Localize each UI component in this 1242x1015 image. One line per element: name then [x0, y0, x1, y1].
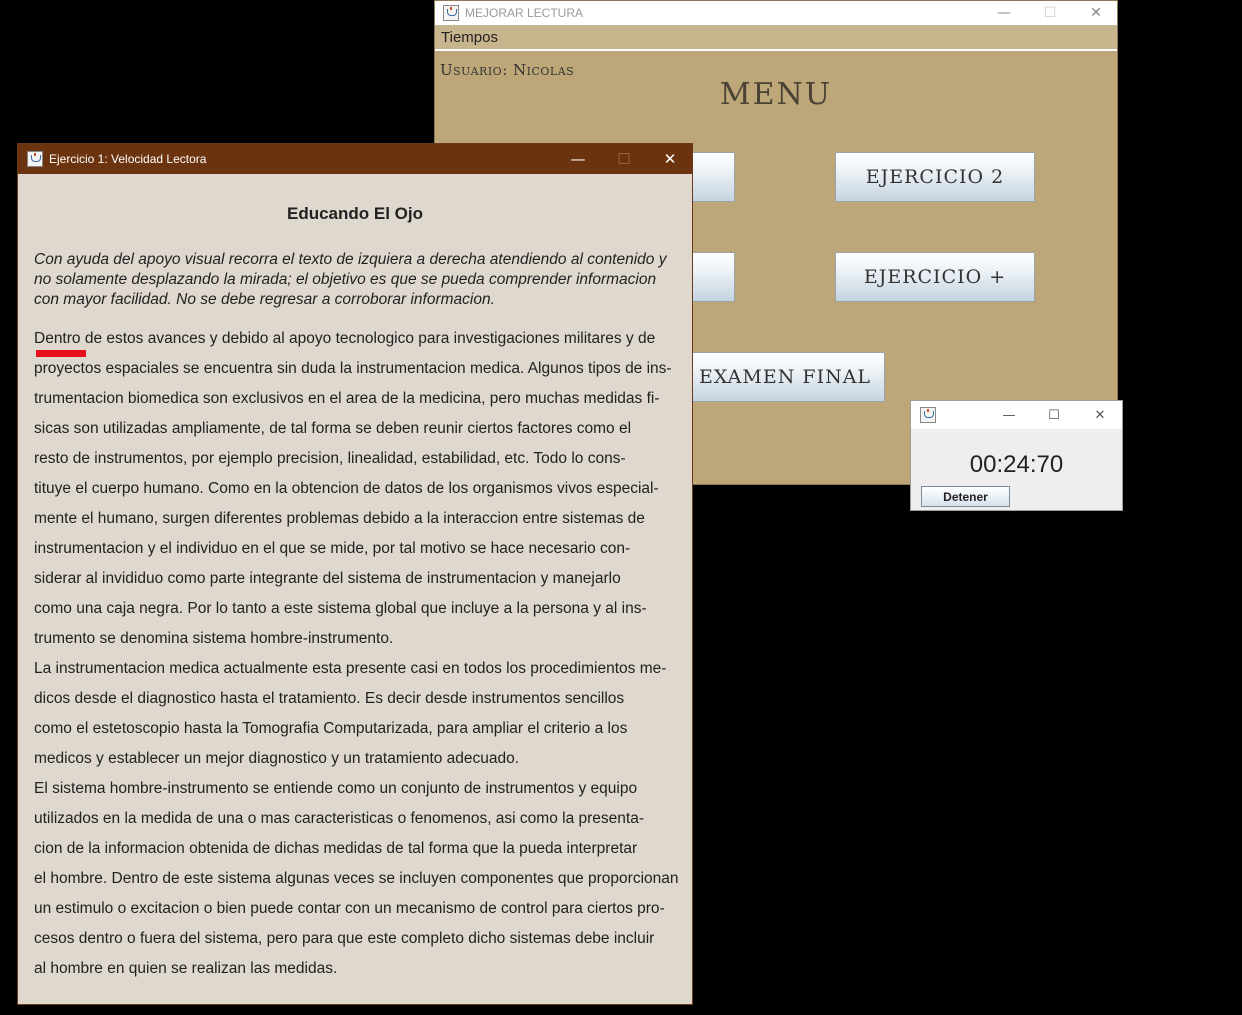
reading-line: El sistema hombre-instrumento se entiend… — [34, 780, 638, 797]
reading-line: sicas son utilizadas ampliamente, de tal… — [34, 420, 632, 437]
close-button[interactable]: ✕ — [1077, 401, 1123, 429]
reading-line: trumentacion biomedica son exclusivos en… — [34, 390, 660, 407]
reading-line: proyectos espaciales se encuentra sin du… — [34, 360, 672, 377]
ejercicio-mas-button[interactable]: EJERCICIO + — [835, 252, 1035, 302]
timer-titlebar[interactable]: — ☐ ✕ — [911, 401, 1122, 429]
close-button[interactable]: ✕ — [647, 144, 693, 174]
reading-line: medicos y establecer un mejor diagnostic… — [34, 750, 520, 767]
reading-line: un estimulo o excitacion o bien puede co… — [34, 900, 665, 917]
examen-final-button[interactable]: EXAMEN FINAL — [685, 352, 885, 402]
menu-heading: MENU — [719, 77, 833, 112]
reading-line: resto de instrumentos, por ejemplo preci… — [34, 450, 626, 467]
reading-line: cion de la informacion obtenida de dicha… — [34, 840, 638, 857]
timer-display: 00:24:70 — [969, 451, 1064, 478]
reading-line: el hombre. Dentro de este sistema alguna… — [34, 870, 679, 887]
menu-tiempos[interactable]: Tiempos — [441, 29, 498, 46]
reading-line: La instrumentacion medica actualmente es… — [34, 660, 667, 677]
exercise-window-title: Ejercicio 1: Velocidad Lectora — [49, 152, 207, 166]
reading-line: cesos dentro o fuera del sistema, pero p… — [34, 930, 655, 947]
minimize-button[interactable]: — — [981, 1, 1027, 25]
exercise-titlebar[interactable]: Ejercicio 1: Velocidad Lectora — ☐ ✕ — [18, 144, 692, 174]
reading-line: utilizados en la medida de una o mas car… — [34, 810, 644, 827]
reading-line: al hombre en quien se realizan las medid… — [34, 960, 338, 977]
app-icon — [443, 5, 459, 21]
close-button[interactable]: ✕ — [1073, 1, 1119, 25]
app-icon — [920, 407, 936, 423]
reading-line: tituye el cuerpo humano. Como en la obte… — [34, 480, 659, 497]
timer-window: — ☐ ✕ 00:24:70 Detener — [910, 400, 1123, 511]
maximize-button[interactable]: ☐ — [601, 144, 647, 174]
stop-button[interactable]: Detener — [921, 486, 1010, 507]
ejercicio-2-button[interactable]: EJERCICIO 2 — [835, 152, 1035, 202]
minimize-button[interactable]: — — [986, 401, 1032, 429]
menubar: Tiempos — [435, 25, 1117, 51]
reading-text: Dentro de estos avances y debido al apoy… — [34, 324, 689, 984]
menu-titlebar[interactable]: MEJORAR LECTURA — ☐ ✕ — [435, 1, 1117, 25]
exercise-heading: Educando El Ojo — [286, 204, 423, 223]
reading-line: siderar al invididuo como parte integran… — [34, 570, 621, 587]
reading-line: mente el humano, surgen diferentes probl… — [34, 510, 645, 527]
menu-window-title: MEJORAR LECTURA — [465, 6, 584, 20]
reading-line: como una caja negra. Por lo tanto a este… — [34, 600, 647, 617]
reading-line: instrumentacion y el individuo en el que… — [34, 540, 631, 557]
reading-line: trumento se denomina sistema hombre-inst… — [34, 630, 394, 647]
maximize-button[interactable]: ☐ — [1031, 401, 1077, 429]
exercise-window: Ejercicio 1: Velocidad Lectora — ☐ ✕ Edu… — [17, 143, 693, 1005]
reading-guide-bar — [36, 350, 86, 357]
reading-line: dicos desde el diagnostico hasta el trat… — [34, 690, 625, 707]
app-icon — [27, 151, 43, 167]
reading-line: Dentro de estos avances y debido al apoy… — [34, 330, 656, 347]
exercise-instructions: Con ayuda del apoyo visual recorra el te… — [34, 251, 667, 308]
reading-line: como el estetoscopio hasta la Tomografia… — [34, 720, 628, 737]
minimize-button[interactable]: — — [555, 144, 601, 174]
maximize-button[interactable]: ☐ — [1027, 1, 1073, 25]
